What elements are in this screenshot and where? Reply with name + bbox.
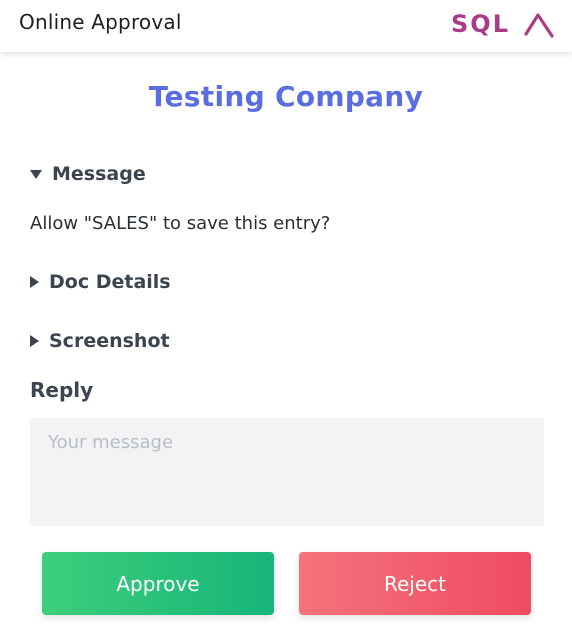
reject-button-label: Reject (383, 571, 446, 596)
app-header: Online Approval SQL (0, 0, 572, 52)
reply-input[interactable] (30, 418, 544, 526)
sql-logo: SQL (451, 8, 556, 40)
approve-button[interactable]: Approve (42, 552, 274, 615)
approve-button-label: Approve (116, 571, 200, 596)
doc-details-section-label: Doc Details (49, 271, 171, 293)
message-section-toggle[interactable]: Message (30, 163, 146, 185)
company-name: Testing Company (148, 80, 424, 113)
message-body: Allow "SALES" to save this entry? (30, 213, 331, 234)
logo-text: SQL (451, 10, 510, 38)
message-section-label: Message (52, 163, 146, 185)
screenshot-section-toggle[interactable]: Screenshot (30, 330, 170, 352)
doc-details-section-toggle[interactable]: Doc Details (30, 271, 171, 293)
caret-right-icon (30, 276, 39, 288)
caret-down-icon (30, 169, 42, 179)
reject-button[interactable]: Reject (299, 552, 531, 615)
logo-slash-icon (524, 13, 554, 38)
caret-right-icon (30, 335, 39, 347)
screenshot-section-label: Screenshot (49, 330, 170, 352)
app-title: Online Approval (19, 10, 182, 34)
reply-label: Reply (30, 378, 94, 402)
